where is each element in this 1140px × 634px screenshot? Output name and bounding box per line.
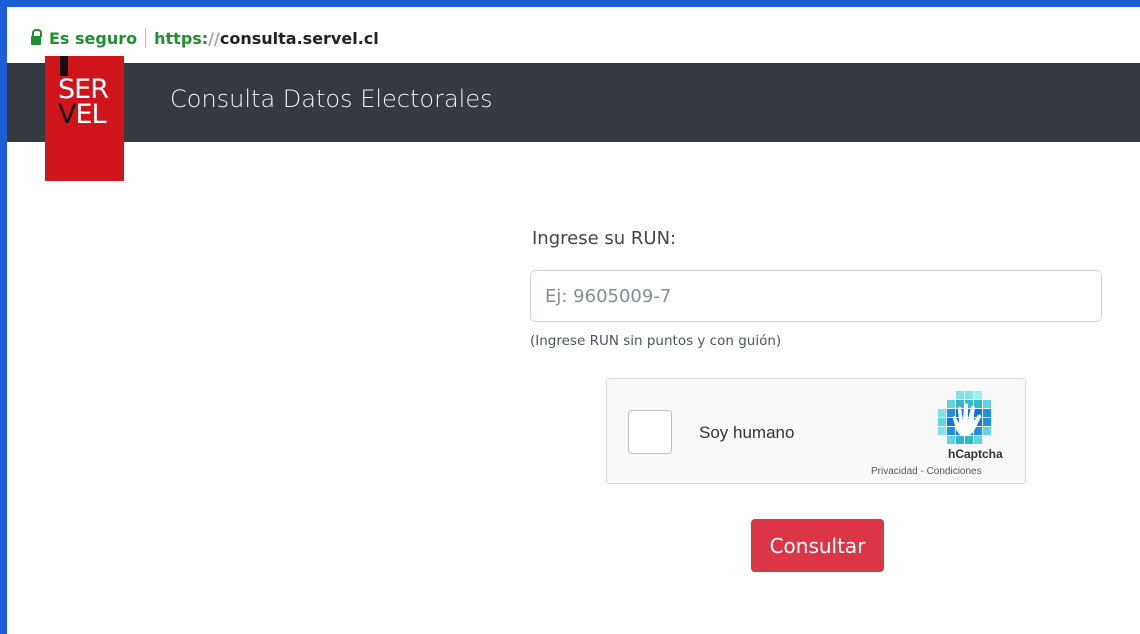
consultar-button[interactable]: Consultar — [751, 519, 884, 572]
logo-letter-v: V — [58, 99, 77, 130]
url-host: consulta.servel.cl — [219, 28, 379, 48]
secure-indicator[interactable]: Es seguro — [49, 29, 137, 48]
logo-text-el: EL — [75, 99, 106, 130]
url-scheme: https: — [154, 28, 209, 48]
url-field[interactable]: Es seguro https: // consulta.servel.cl — [31, 21, 1140, 55]
url-slashes: // — [208, 28, 220, 48]
lock-icon — [31, 28, 42, 45]
hcaptcha-logo-icon — [938, 391, 991, 444]
run-hint: (Ingrese RUN sin puntos y con guión) — [530, 333, 782, 349]
logo-bar — [60, 56, 68, 76]
hcaptcha-widget: Soy humano hCaptcha Privacidad - Condici… — [606, 378, 1026, 484]
site-header: Consulta Datos Electorales — [7, 63, 1140, 142]
url-separator — [145, 28, 147, 48]
logo-text-line2: VEL — [58, 99, 107, 130]
run-label: Ingrese su RUN: — [532, 228, 677, 249]
captcha-checkbox[interactable] — [628, 410, 672, 454]
page-title: Consulta Datos Electorales — [170, 85, 493, 113]
servel-logo[interactable]: SER VEL — [45, 56, 124, 181]
browser-address-bar: Es seguro https: // consulta.servel.cl — [7, 7, 1140, 63]
captcha-privacy-terms-links[interactable]: Privacidad - Condiciones — [871, 466, 982, 477]
hcaptcha-brand: hCaptcha — [948, 447, 1003, 461]
captcha-label: Soy humano — [699, 423, 795, 442]
run-input[interactable] — [530, 270, 1102, 322]
